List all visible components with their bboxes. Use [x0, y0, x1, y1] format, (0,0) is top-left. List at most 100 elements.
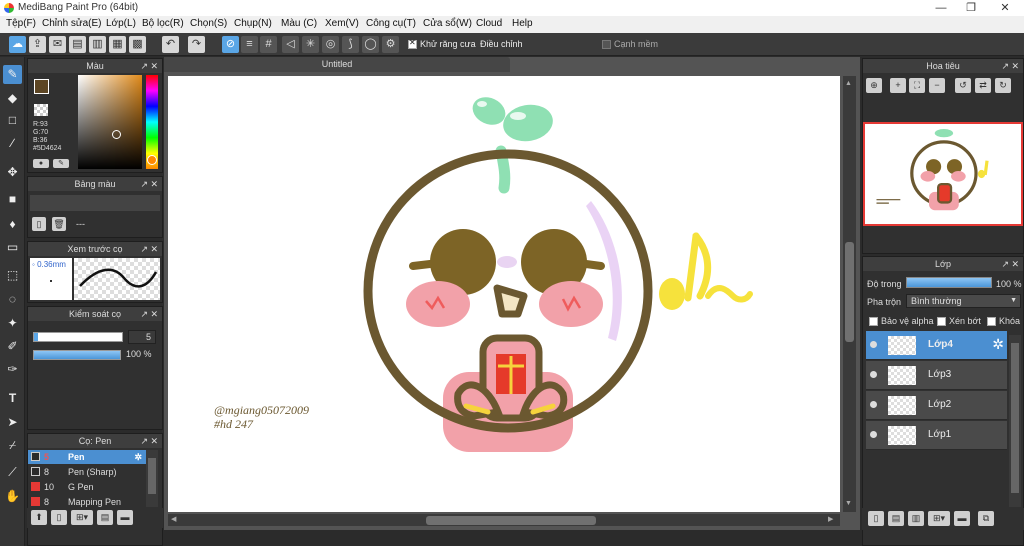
scroll-left-icon[interactable]: ◀: [171, 515, 176, 523]
zoom-icon[interactable]: ⊕: [866, 78, 882, 93]
menu-filter[interactable]: Bộ lọc(R): [142, 18, 184, 29]
popout-icon[interactable]: ↗: [140, 242, 148, 256]
select-pen-tool-icon[interactable]: ✐: [3, 337, 22, 356]
canvas-horizontal-scrollbar[interactable]: ◀ ▶: [168, 514, 840, 526]
cloud-icon[interactable]: ☁: [9, 36, 26, 53]
drawing-canvas[interactable]: @mgiang05072009 #hd 247: [168, 76, 840, 512]
brush-settings-icon[interactable]: ▤: [97, 510, 113, 525]
new-brush-icon[interactable]: ▯: [51, 510, 67, 525]
operation-tool-icon[interactable]: ➤: [3, 413, 22, 432]
menu-layer[interactable]: Lớp(L): [106, 18, 136, 29]
menu-capture[interactable]: Chụp(N): [234, 18, 272, 29]
radial-snap-icon[interactable]: ✳: [302, 36, 319, 53]
lock-option[interactable]: Khóa: [987, 316, 1020, 327]
fill-rect-tool-icon[interactable]: ■: [3, 190, 22, 209]
gradient-tool-icon[interactable]: ▭: [3, 238, 22, 257]
hue-slider[interactable]: [146, 75, 158, 169]
popout-icon[interactable]: ↗: [1001, 257, 1009, 271]
comment-icon[interactable]: ✉: [49, 36, 66, 53]
brush-list-scrollbar[interactable]: [146, 450, 158, 507]
grid-icon[interactable]: ▩: [129, 36, 146, 53]
redo-icon[interactable]: ↷: [188, 36, 205, 53]
picker-cursor[interactable]: [112, 130, 121, 139]
snap-settings-icon[interactable]: ⚙: [382, 36, 399, 53]
protect-alpha-option[interactable]: Bảo vệ alpha: [869, 316, 934, 327]
primary-color-swatch[interactable]: [34, 79, 49, 94]
layer-row[interactable]: Lớp3: [866, 361, 1007, 390]
close-icon[interactable]: ✕: [150, 434, 158, 448]
hue-slider-handle[interactable]: [147, 155, 157, 165]
brush-item-pen-sharp[interactable]: 8 Pen (Sharp): [28, 465, 146, 479]
page-icon[interactable]: ▥: [89, 36, 106, 53]
menu-edit[interactable]: Chỉnh sửa(E): [42, 18, 102, 29]
hand-tool-icon[interactable]: ✋: [3, 487, 22, 506]
vanishing-snap-icon[interactable]: ◁: [282, 36, 299, 53]
brush-size-slider[interactable]: [33, 332, 123, 342]
trash-icon[interactable]: 🗑: [52, 217, 66, 231]
eye-icon[interactable]: [870, 371, 877, 378]
scroll-right-icon[interactable]: ▶: [828, 515, 833, 523]
move-tool-icon[interactable]: ✥: [3, 163, 22, 182]
horizontal-scroll-thumb[interactable]: [426, 516, 596, 525]
folder-icon[interactable]: ▬: [117, 510, 133, 525]
popout-icon[interactable]: ↗: [140, 177, 148, 191]
zoom-in-icon[interactable]: +: [890, 78, 906, 93]
popout-icon[interactable]: ↗: [140, 59, 148, 73]
circle-snap-icon[interactable]: ◎: [322, 36, 339, 53]
shape-tool-icon[interactable]: □: [3, 111, 22, 130]
add-layer-menu-icon[interactable]: ⊞▾: [928, 511, 950, 526]
brush-item-mapping-pen[interactable]: 8 Mapping Pen: [28, 495, 146, 507]
brush-item-g-pen[interactable]: 10 G Pen: [28, 480, 146, 494]
cross-snap-icon[interactable]: #: [260, 36, 277, 53]
eraser-tool-icon[interactable]: ◆: [3, 89, 22, 108]
vertical-scroll-thumb[interactable]: [845, 242, 854, 342]
eye-icon[interactable]: [870, 341, 877, 348]
brush-item-pen[interactable]: 5 Pen ✲: [28, 450, 146, 464]
menu-view[interactable]: Xem(V): [325, 18, 359, 29]
navigator-thumbnail[interactable]: [863, 122, 1023, 226]
menu-help[interactable]: Help: [512, 18, 533, 29]
fit-icon[interactable]: ⛶: [909, 78, 925, 93]
menu-cloud[interactable]: Cloud: [476, 18, 502, 29]
scroll-up-icon[interactable]: ▲: [845, 80, 852, 87]
document-tab[interactable]: Untitled: [164, 57, 510, 72]
brush-size-value[interactable]: 5: [128, 330, 156, 344]
new-palette-icon[interactable]: ▯: [32, 217, 46, 231]
close-icon[interactable]: ✕: [1011, 59, 1019, 73]
antialias-option[interactable]: Khử răng cưa: [408, 38, 476, 50]
layer-row[interactable]: Lớp2: [866, 391, 1007, 420]
maximize-button[interactable]: ❐: [956, 0, 986, 16]
popout-icon[interactable]: ↗: [1001, 59, 1009, 73]
duplicate-layer-icon[interactable]: ⧉: [978, 511, 994, 526]
popout-icon[interactable]: ↗: [140, 434, 148, 448]
select-tool-icon[interactable]: ⬚: [3, 266, 22, 285]
saturation-value-picker[interactable]: [78, 75, 142, 169]
new-layer-icon[interactable]: ▯: [868, 511, 884, 526]
new-halftone-layer-icon[interactable]: ▥: [908, 511, 924, 526]
share-icon[interactable]: ⇪: [29, 36, 46, 53]
rotate-right-icon[interactable]: ↻: [995, 78, 1011, 93]
gear-icon[interactable]: ✲: [992, 336, 1004, 353]
clipping-checkbox[interactable]: [937, 317, 946, 327]
minimize-button[interactable]: —: [926, 0, 956, 16]
layer-opacity-slider[interactable]: [906, 277, 992, 288]
eyedropper-small-icon[interactable]: ✎: [53, 159, 69, 168]
menu-file[interactable]: Tệp(F): [6, 18, 36, 29]
panel-icon[interactable]: ▦: [109, 36, 126, 53]
close-icon[interactable]: ✕: [150, 59, 158, 73]
magic-wand-tool-icon[interactable]: ✦: [3, 314, 22, 333]
folder-icon[interactable]: ▬: [954, 511, 970, 526]
gear-icon[interactable]: ✲: [134, 450, 142, 464]
layer-row[interactable]: Lớp4 ✲: [866, 331, 1007, 360]
zoom-out-icon[interactable]: −: [929, 78, 945, 93]
close-icon[interactable]: ✕: [150, 177, 158, 191]
close-icon[interactable]: ✕: [1011, 257, 1019, 271]
layer-row[interactable]: Lớp1: [866, 421, 1007, 450]
eye-icon[interactable]: [870, 431, 877, 438]
snap-off-icon[interactable]: ⊘: [222, 36, 239, 53]
lock-checkbox[interactable]: [987, 317, 996, 327]
canvas-vertical-scrollbar[interactable]: ▲ ▼: [843, 76, 856, 512]
menu-tools[interactable]: Công cụ(T): [366, 18, 416, 29]
text-tool-icon[interactable]: T: [3, 389, 22, 408]
close-icon[interactable]: ✕: [150, 242, 158, 256]
